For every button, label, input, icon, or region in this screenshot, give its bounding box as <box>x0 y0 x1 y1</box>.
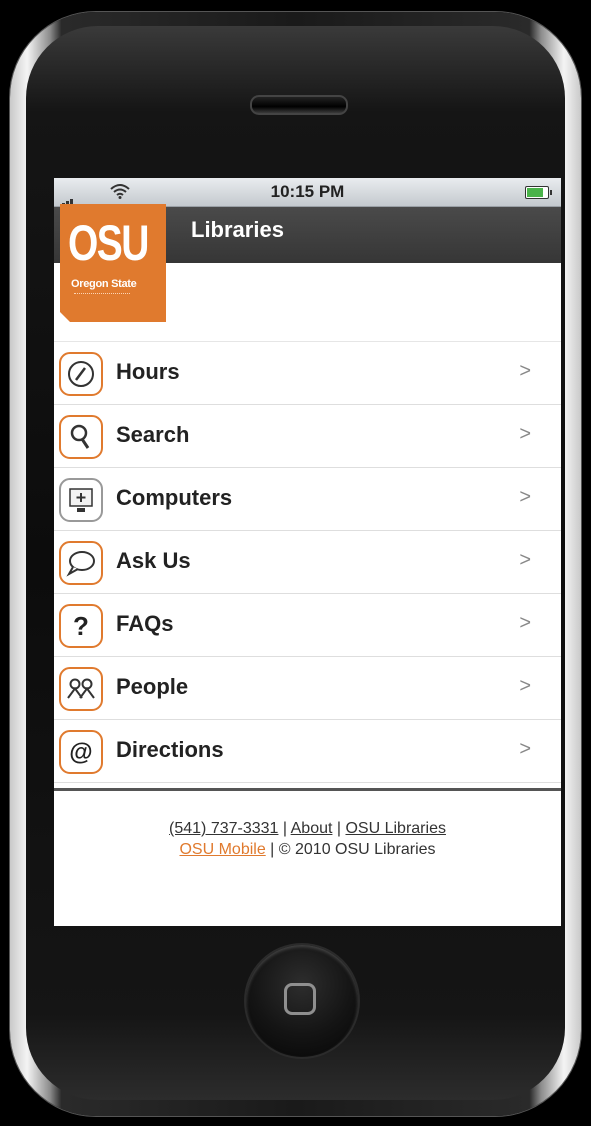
menu-item-label: Computers <box>116 485 233 510</box>
logo-subtitle: Oregon State <box>71 278 137 290</box>
people-icon <box>59 667 103 711</box>
footer-divider <box>54 788 561 791</box>
svg-text:@: @ <box>69 739 92 766</box>
chevron-right-icon: > <box>519 360 531 382</box>
menu-item-label: Ask Us <box>116 548 191 573</box>
menu-item-ask-us[interactable]: Ask Us > <box>54 531 561 594</box>
clock-icon <box>59 352 103 396</box>
home-square-icon <box>284 983 316 1015</box>
phone-link[interactable]: (541) 737-3331 <box>169 820 278 837</box>
footer-separator: | <box>278 820 291 837</box>
osu-logo[interactable]: OSU Oregon State <box>60 204 166 322</box>
earpiece-speaker <box>250 95 348 115</box>
phone-screen: 10:15 PM Libraries OSU Oregon State Hour… <box>54 178 561 926</box>
svg-text:?: ? <box>73 611 89 641</box>
copyright-text: | © 2010 OSU Libraries <box>265 841 436 858</box>
status-bar: 10:15 PM <box>54 178 561 207</box>
menu-item-label: Hours <box>116 359 180 384</box>
menu-item-people[interactable]: People > <box>54 657 561 720</box>
menu-item-label: Search <box>116 422 190 447</box>
at-sign-icon: @ <box>59 730 103 774</box>
about-link[interactable]: About <box>291 820 333 837</box>
logo-rule <box>74 293 130 296</box>
speech-bubble-icon <box>59 541 103 585</box>
osu-libraries-link[interactable]: OSU Libraries <box>345 820 445 837</box>
footer: (541) 737-3331 | About | OSU Libraries O… <box>54 818 561 860</box>
chevron-right-icon: > <box>519 675 531 697</box>
chevron-right-icon: > <box>519 612 531 634</box>
footer-line-1: (541) 737-3331 | About | OSU Libraries <box>54 818 561 839</box>
menu-item-computers[interactable]: Computers > <box>54 468 561 531</box>
footer-line-2: OSU Mobile | © 2010 OSU Libraries <box>54 839 561 860</box>
status-time: 10:15 PM <box>270 182 345 201</box>
logo-wordmark: OSU <box>68 215 149 271</box>
battery-icon <box>525 186 552 199</box>
footer-separator: | <box>332 820 346 837</box>
page-title: Libraries <box>191 217 284 242</box>
menu-item-hours[interactable]: Hours > <box>54 341 561 405</box>
menu-item-faqs[interactable]: ? FAQs > <box>54 594 561 657</box>
osu-mobile-link[interactable]: OSU Mobile <box>179 841 265 858</box>
menu-item-directions[interactable]: @ Directions > <box>54 720 561 783</box>
menu-item-label: Directions <box>116 737 224 762</box>
chevron-right-icon: > <box>519 549 531 571</box>
logo-fold <box>60 312 70 322</box>
menu-item-label: FAQs <box>116 611 174 636</box>
chevron-right-icon: > <box>519 738 531 760</box>
computer-icon <box>59 478 103 522</box>
menu-item-search[interactable]: Search > <box>54 405 561 468</box>
home-button[interactable] <box>246 945 358 1057</box>
menu-item-label: People <box>116 674 189 699</box>
main-menu: Hours > Search > Computers > Ask Us > ? … <box>54 341 561 783</box>
magnifier-icon <box>59 415 103 459</box>
question-mark-icon: ? <box>59 604 103 648</box>
chevron-right-icon: > <box>519 423 531 445</box>
chevron-right-icon: > <box>519 486 531 508</box>
